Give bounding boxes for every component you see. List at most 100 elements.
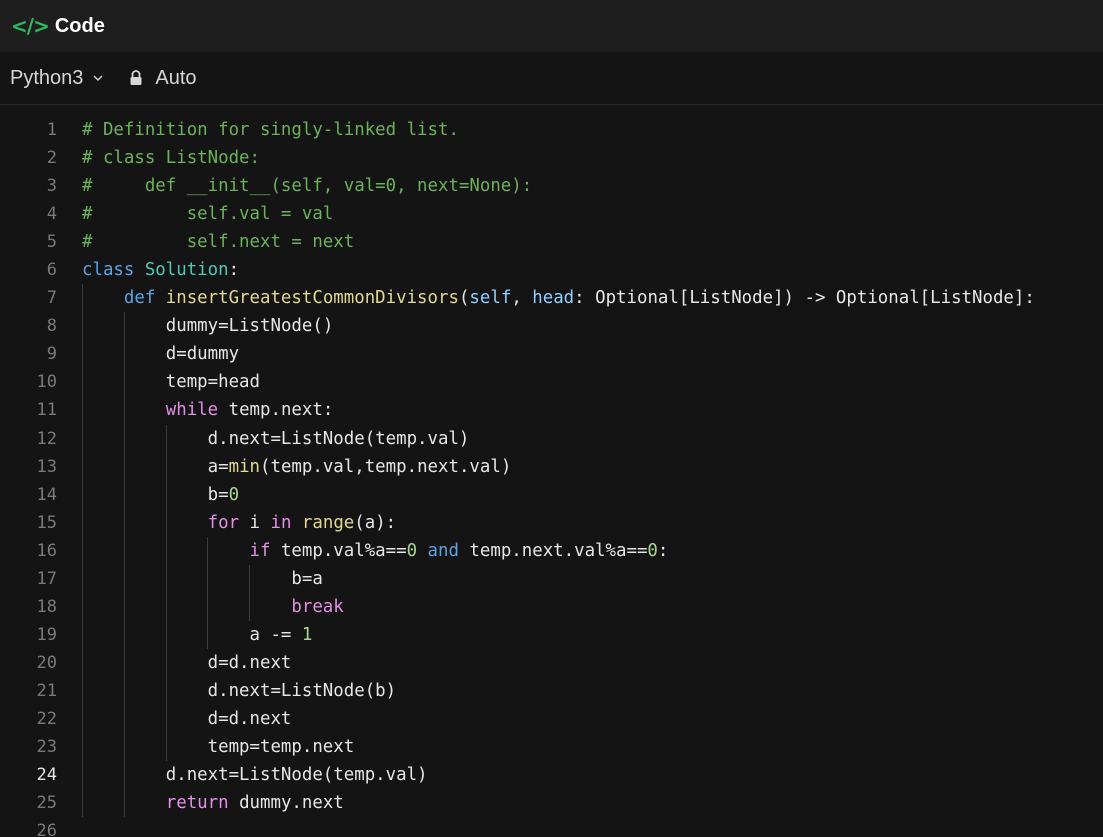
code-token: return <box>82 793 240 814</box>
line-number: 14 <box>36 484 57 505</box>
code-token: # class ListNode: <box>82 148 260 169</box>
code-line[interactable]: 21 d.next=ListNode(b) <box>0 676 1103 705</box>
code-token: (a): <box>354 512 397 533</box>
line-number: 4 <box>46 204 57 225</box>
editor-toolbar: Python3 Auto <box>0 52 1103 105</box>
code-text: if temp.val%a==0 and temp.next.val%a==0: <box>82 540 669 561</box>
code-line[interactable]: 7 def insertGreatestCommonDivisors(self,… <box>0 284 1103 313</box>
code-text: def insertGreatestCommonDivisors(self, h… <box>82 288 1035 308</box>
line-number: 25 <box>36 793 57 814</box>
code-line[interactable]: 19 a -= 1 <box>0 620 1103 649</box>
code-line[interactable]: 2 # class ListNode: <box>0 144 1103 172</box>
code-line[interactable]: 13 a=min(temp.val,temp.next.val) <box>0 452 1103 481</box>
code-line[interactable]: 11 while temp.next: <box>0 396 1103 425</box>
code-token: insertGreatestCommonDivisors <box>165 288 459 309</box>
code-token: : Optional[ListNode]) -> Optional[ListNo… <box>574 288 1035 309</box>
line-number: 1 <box>46 120 57 141</box>
code-token: , <box>511 288 533 309</box>
code-token: min <box>228 456 261 477</box>
code-token: break <box>82 596 344 617</box>
code-token: d.next=ListNode(b) <box>82 680 397 701</box>
line-number: 20 <box>36 652 57 673</box>
code-text: break <box>82 596 344 617</box>
code-line[interactable]: 22 d=d.next <box>0 704 1103 734</box>
code-text: class Solution: <box>82 260 239 280</box>
language-selector[interactable]: Python3 <box>10 67 103 90</box>
code-line[interactable]: 18 break <box>0 592 1103 621</box>
code-token: d=d.next <box>82 709 292 729</box>
line-number: 21 <box>36 680 57 701</box>
code-text: for i in range(a): <box>82 512 397 533</box>
line-number: 23 <box>36 737 57 758</box>
language-label: Python3 <box>10 66 84 89</box>
code-line[interactable]: 1 # Definition for singly-linked list. <box>0 116 1103 144</box>
code-text: b=a <box>82 568 323 589</box>
line-number: 16 <box>36 540 57 561</box>
code-line[interactable]: 25 return dummy.next <box>0 789 1103 818</box>
code-text: temp=head <box>82 372 260 392</box>
line-number: 17 <box>36 568 57 589</box>
code-text: d.next=ListNode(b) <box>82 681 396 701</box>
code-editor[interactable]: 1 # Definition for singly-linked list. 2 # … <box>0 105 1103 837</box>
code-token: def <box>82 288 166 309</box>
line-number: 9 <box>46 344 57 365</box>
code-line[interactable]: 17 b=a <box>0 564 1103 593</box>
code-token: # Definition for singly-linked list. <box>82 120 459 141</box>
code-token: () <box>312 316 334 337</box>
code-line[interactable]: 20 d=d.next <box>0 648 1103 677</box>
code-token: while <box>82 400 229 421</box>
code-text: d.next=ListNode(temp.val) <box>82 428 470 449</box>
code-line[interactable]: 8 dummy=ListNode() <box>0 312 1103 341</box>
code-token: # self.val = val <box>82 204 334 225</box>
line-number: 15 <box>36 512 57 533</box>
auto-mode-toggle[interactable]: Auto <box>129 66 197 90</box>
line-number: 13 <box>36 456 57 477</box>
code-line[interactable]: 6 class Solution: <box>0 256 1103 284</box>
code-token: 0 <box>647 540 658 561</box>
code-line[interactable]: 4 # self.val = val <box>0 200 1103 228</box>
code-token: in <box>270 512 302 533</box>
line-number: 5 <box>46 232 57 253</box>
code-line[interactable]: 14 b=0 <box>0 480 1103 509</box>
line-number: 10 <box>36 372 57 393</box>
line-number: 18 <box>36 596 57 617</box>
code-line[interactable]: 26 <box>0 817 1103 837</box>
code-text: b=0 <box>82 485 239 505</box>
code-token: : <box>657 540 669 561</box>
code-line[interactable]: 10 temp=head <box>0 368 1103 397</box>
code-line[interactable]: 3 # def __init__(self, val=0, next=None): <box>0 172 1103 200</box>
code-line[interactable]: 15 for i in range(a): <box>0 508 1103 537</box>
line-number: 12 <box>36 428 57 449</box>
code-text: a=min(temp.val,temp.next.val) <box>82 456 512 477</box>
code-text: return dummy.next <box>82 793 344 813</box>
code-token: temp=head <box>82 372 260 393</box>
mode-label: Auto <box>155 66 197 89</box>
line-number: 24 <box>36 765 57 786</box>
code-token: a -= <box>82 624 302 645</box>
code-panel-header: </> Code <box>0 0 1103 52</box>
code-token: class <box>82 260 145 281</box>
code-line[interactable]: 23 temp=temp.next <box>0 733 1103 762</box>
code-token: range <box>301 512 355 533</box>
code-token: dummy.next <box>239 793 344 814</box>
line-number: 6 <box>46 260 57 281</box>
code-line[interactable]: 5 # self.next = next <box>0 228 1103 256</box>
code-token: ( <box>458 288 470 309</box>
code-text: # self.val = val <box>82 204 333 224</box>
code-token: d=dummy <box>82 344 240 365</box>
code-text: # Definition for singly-linked list. <box>82 120 459 140</box>
code-text: # self.next = next <box>82 232 354 252</box>
code-text: d=d.next <box>82 709 292 729</box>
code-text: # def __init__(self, val=0, next=None): <box>82 176 532 196</box>
code-token: b=a <box>82 568 323 589</box>
code-token: and <box>417 540 470 561</box>
code-line[interactable]: 9 d=dummy <box>0 340 1103 369</box>
code-line[interactable]: 12 d.next=ListNode(temp.val) <box>0 424 1103 453</box>
code-token: d.next=ListNode(temp.val) <box>82 428 470 449</box>
code-line[interactable]: 24 d.next=ListNode(temp.val) <box>0 761 1103 790</box>
code-line[interactable]: 16 if temp.val%a==0 and temp.next.val%a=… <box>0 536 1103 565</box>
line-number: 8 <box>46 316 57 337</box>
line-number: 3 <box>46 176 57 197</box>
code-token: dummy= <box>82 316 229 337</box>
code-token: # self.next = next <box>82 232 355 253</box>
